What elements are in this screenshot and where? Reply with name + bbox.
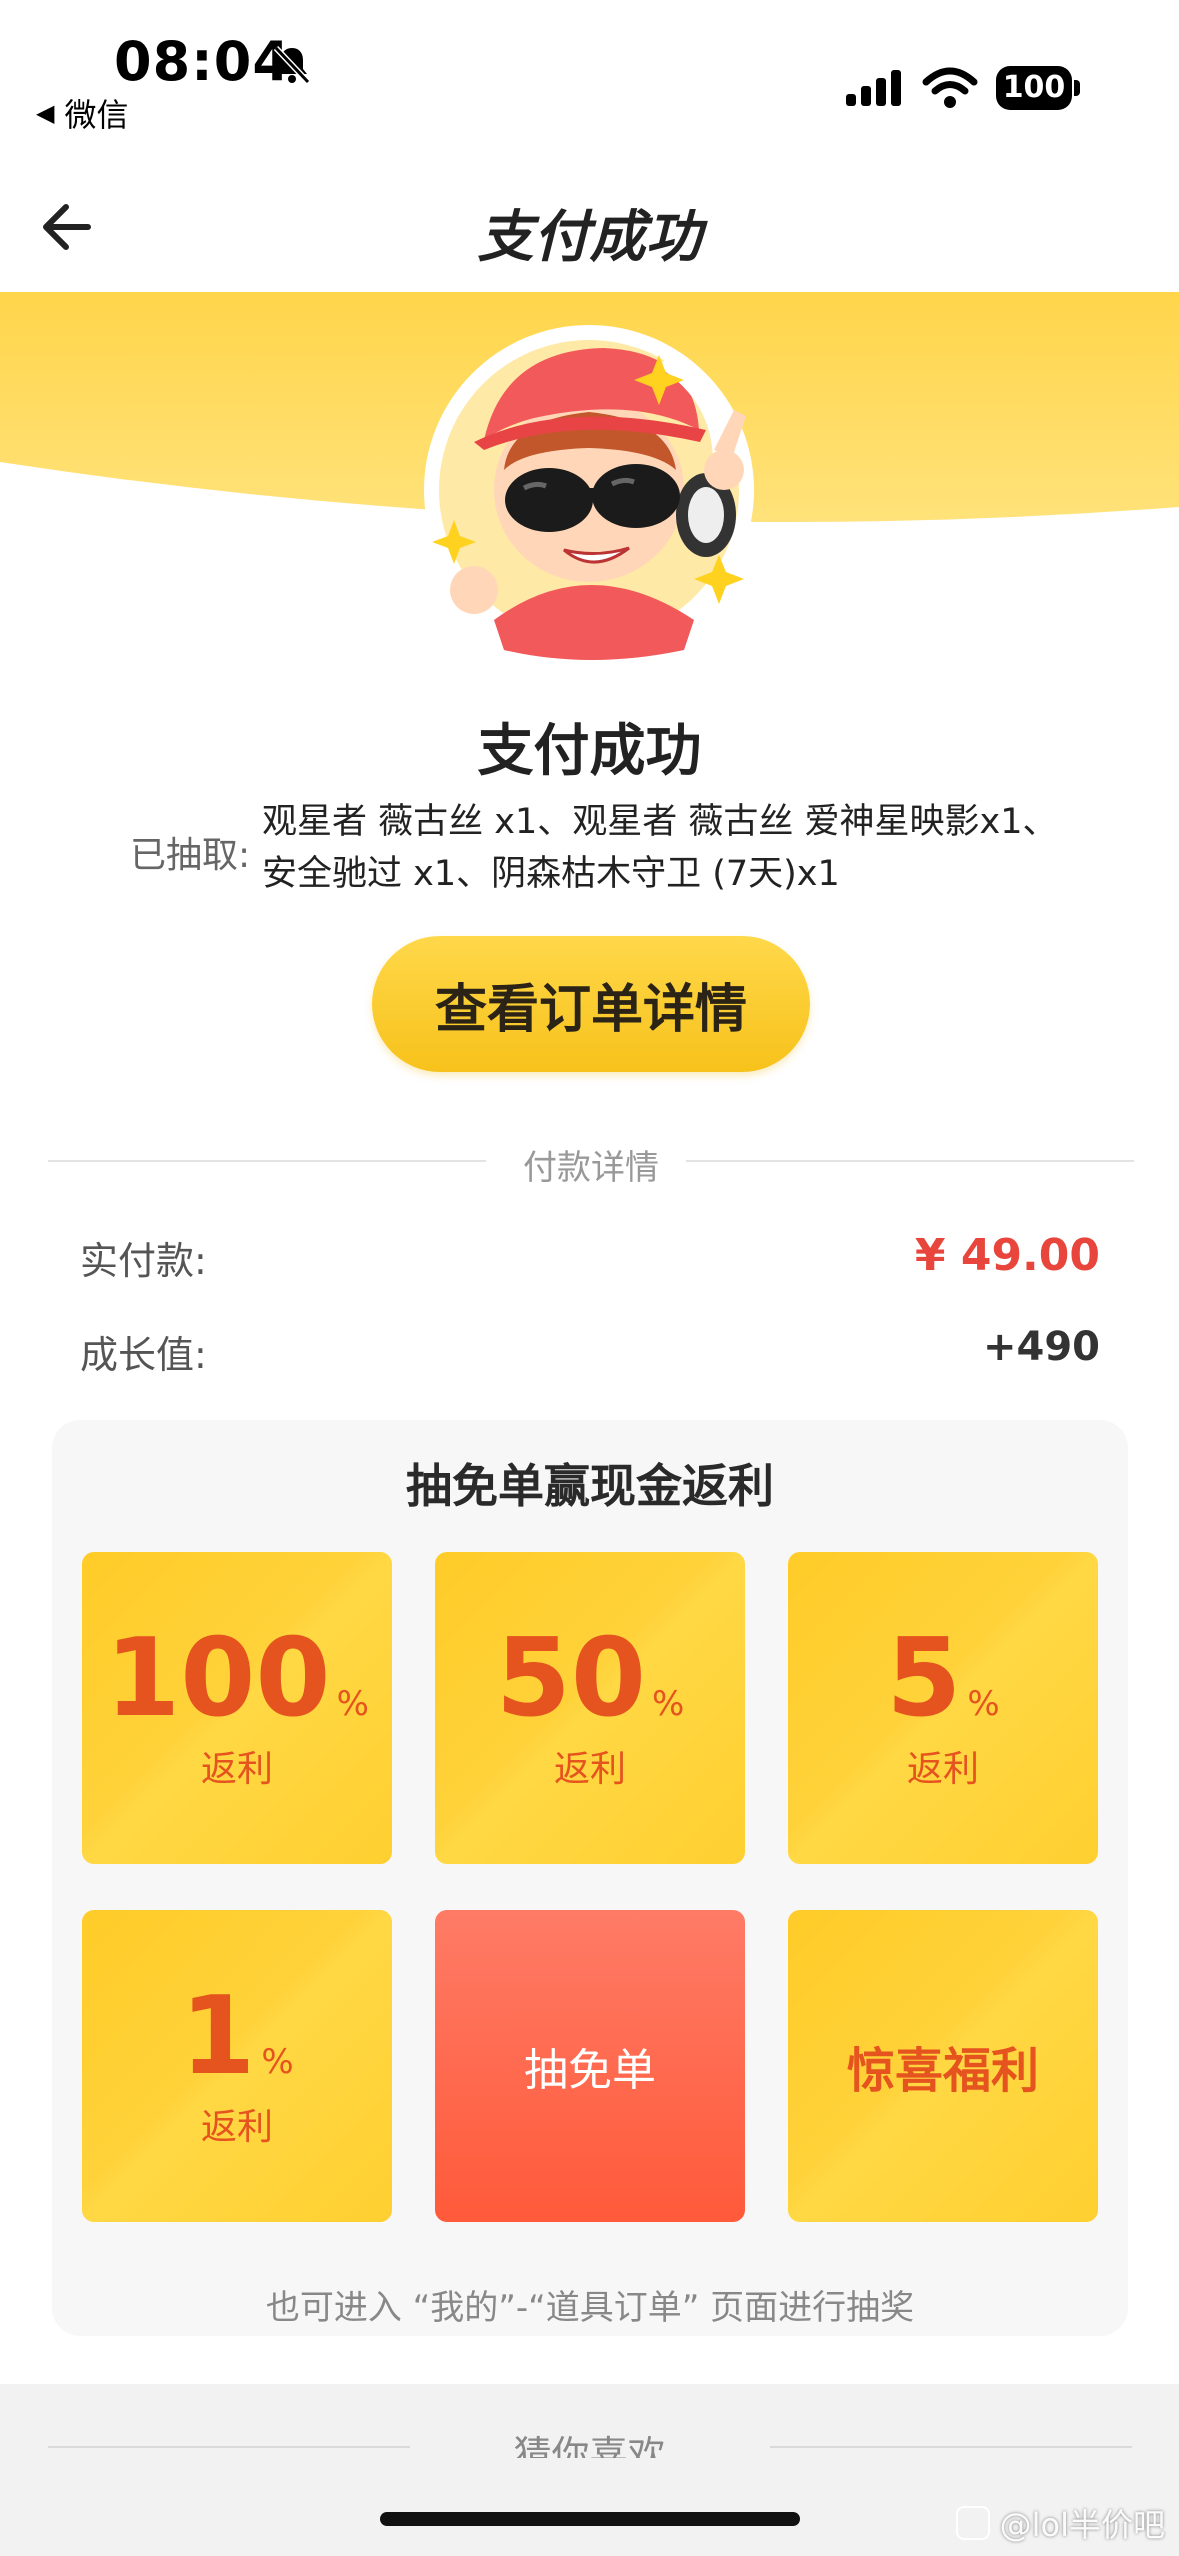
back-app-label: 微信 [64,96,129,134]
battery-level: 100 [996,66,1072,110]
payment-section-title: 付款详情 [523,1148,659,1188]
draw-button-label: 抽免单 [524,2045,656,2096]
percent-sign: % [336,1684,369,1724]
paid-row: 实付款: ¥ 49.00 [80,1230,1100,1290]
payment-section-header: 付款详情 [48,1140,1134,1188]
status-time: 08:04 [114,30,291,93]
back-triangle-icon: ◀ [36,99,55,127]
rebate-tile-1: 1 % 返利 [82,1910,392,2222]
view-order-button[interactable]: 查看订单详情 [372,936,810,1072]
wifi-icon [922,67,978,108]
rebate-percent: 50 % [496,1624,685,1734]
rebate-number: 50 [495,1616,646,1741]
bell-muted-icon [273,45,311,85]
watermark-logo-icon [955,2506,990,2540]
rebate-number: 1 [180,1974,256,2099]
paid-amount: ¥ 49.00 [914,1230,1100,1281]
nav-bar: 支付成功 [0,170,1179,290]
percent-sign: % [261,2042,294,2082]
guess-divider-right [770,2446,1132,2448]
rebate-label: 返利 [906,1749,979,1790]
lottery-title: 抽免单赢现金返利 [406,1459,774,1513]
growth-label: 成长值: [80,1333,207,1377]
rebate-percent: 100 % [105,1624,369,1734]
rebate-percent: 5 % [886,1624,999,1734]
rebate-label: 返利 [200,1749,273,1790]
growth-value: +490 [982,1324,1100,1370]
percent-sign: % [651,1684,685,1724]
rebate-tile-100: 100 % 返利 [82,1552,392,1864]
rebate-number: 5 [886,1616,962,1741]
rebate-tile-5: 5 % 返利 [788,1552,1098,1864]
percent-sign: % [967,1684,1000,1724]
drawn-label: 已抽取: [130,835,251,876]
watermark: @lol半价吧 [955,2500,1165,2546]
home-indicator[interactable] [380,2512,800,2526]
success-title: 支付成功 [477,719,702,784]
divider-right [686,1160,1134,1162]
lottery-hint: 也可进入 “我的”-“道具订单” 页面进行抽奖 [265,2288,915,2328]
rebate-percent: 1 % [180,1982,293,2092]
growth-row: 成长值: +490 [80,1324,1100,1384]
draw-free-order-button[interactable]: 抽免单 [435,1910,745,2222]
rebate-number: 100 [105,1616,331,1741]
surprise-bonus-tile: 惊喜福利 [788,1910,1098,2222]
battery-indicator: 100 [996,66,1080,110]
paid-label: 实付款: [80,1239,207,1283]
rebate-label: 返利 [200,2107,273,2148]
watermark-text: @lol半价吧 [999,2506,1165,2544]
surprise-label: 惊喜福利 [846,2043,1039,2099]
mascot-avatar [424,325,754,660]
rebate-tile-50: 50 % 返利 [435,1552,745,1864]
status-bar: 08:04 ◀ 微信 100 [0,0,1179,160]
signal-icon [846,70,901,106]
page-title: 支付成功 [477,205,702,270]
back-to-wechat[interactable]: ◀ 微信 [36,90,128,136]
guess-you-like-title: 猜你喜欢 [513,2433,666,2458]
battery-tip [1074,80,1080,96]
drawn-items: 观星者 薇古丝 x1、观星者 薇古丝 爱神星映影x1、安全驰过 x1、阴森枯木守… [262,802,1058,894]
lottery-card: 抽免单赢现金返利 100 % 返利 50 % 返利 5 % 返利 1 % 返利 … [52,1420,1128,2336]
rebate-label: 返利 [553,1749,626,1790]
